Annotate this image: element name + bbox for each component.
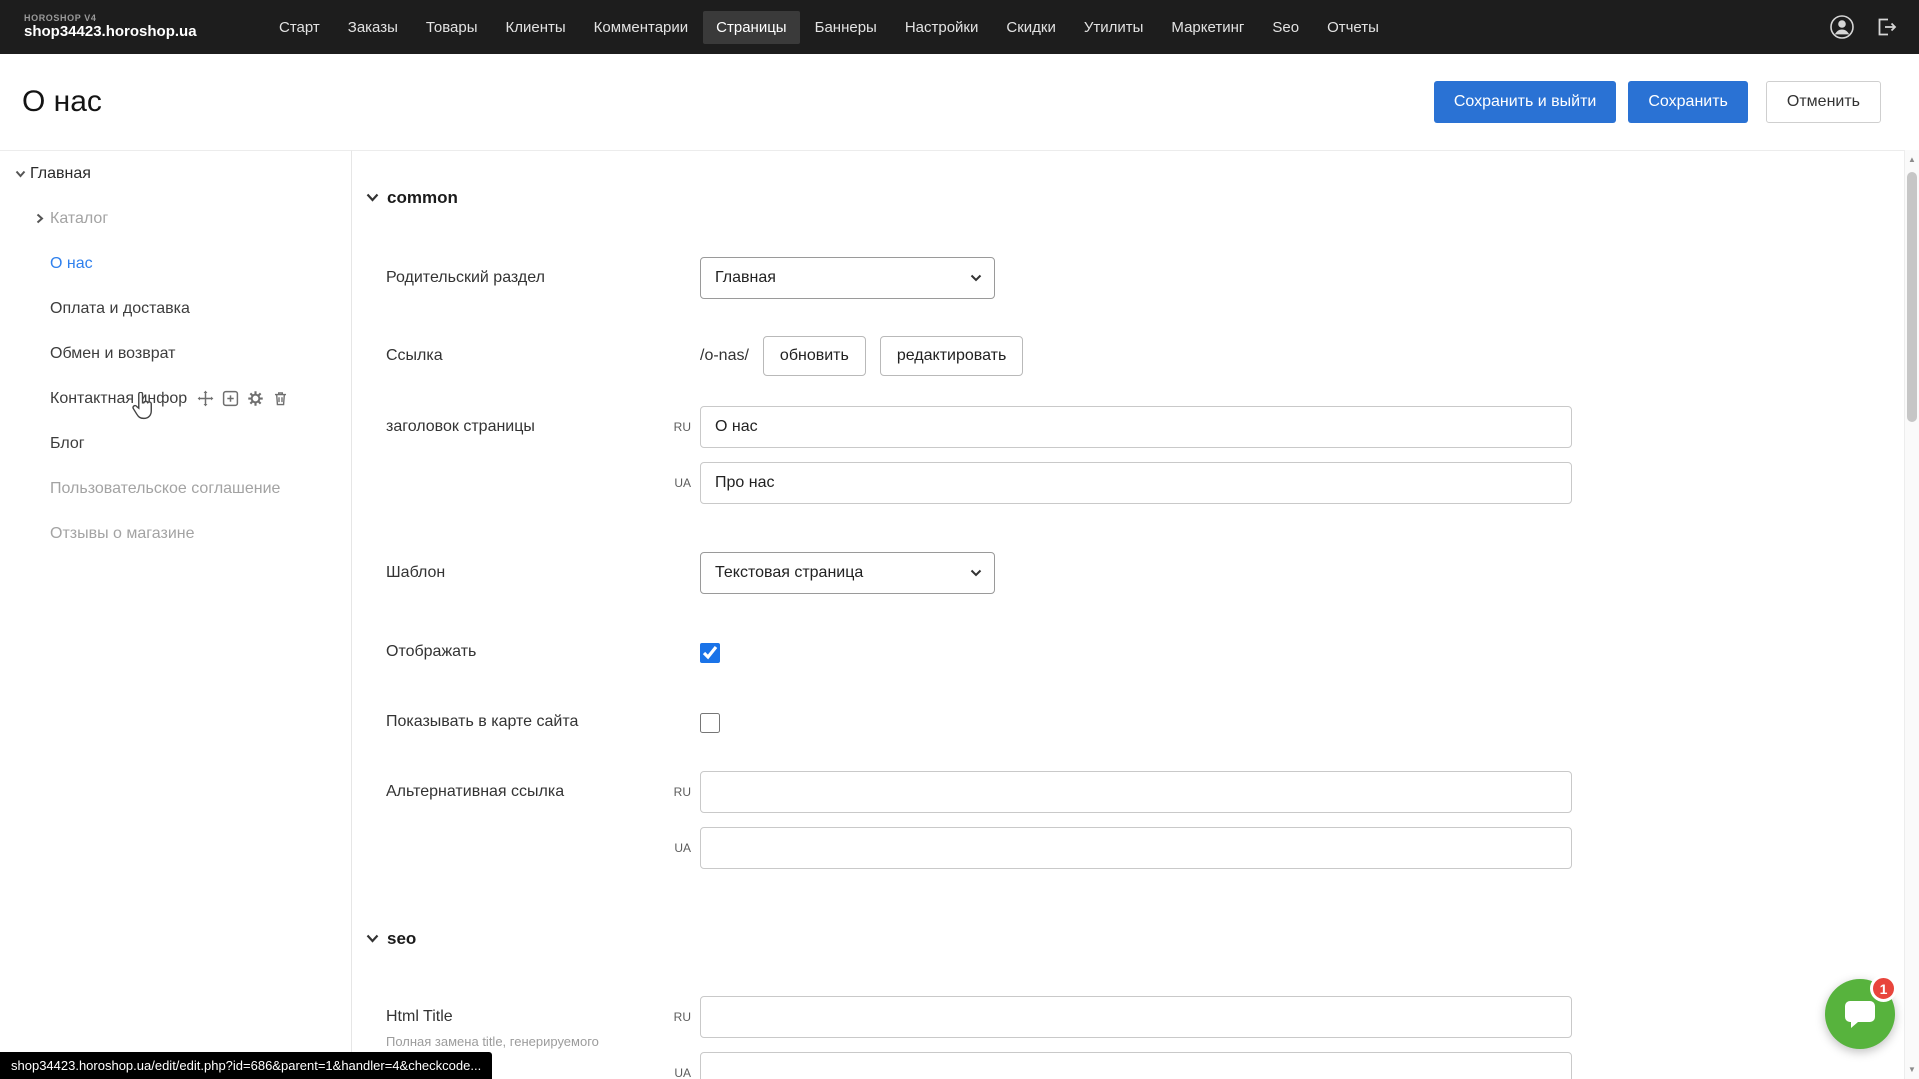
update-link-button[interactable]: обновить [763, 336, 866, 376]
form-row-page-heading: заголовок страницы RU UA [386, 406, 1904, 504]
gear-icon[interactable] [247, 390, 264, 407]
scrollbar-thumb[interactable] [1907, 172, 1917, 422]
sidebar-item-catalog[interactable]: Каталог [0, 196, 351, 241]
link-path: /o-nas/ [700, 336, 749, 376]
save-button[interactable]: Сохранить [1628, 81, 1748, 123]
section-common-title: common [387, 188, 458, 208]
form-row-sitemap: Показывать в карте сайта [386, 710, 1904, 734]
page-title: О нас [0, 85, 102, 119]
sidebar-item-blog[interactable]: Блог [0, 421, 351, 466]
chat-launcher[interactable]: 1 [1825, 979, 1895, 1049]
section-seo[interactable]: seo [366, 928, 1884, 950]
page-heading-ua-input[interactable] [700, 462, 1572, 504]
sidebar-item-home[interactable]: Главная [0, 151, 351, 196]
alt-link-ru-input[interactable] [700, 771, 1572, 813]
tree-item-actions [197, 390, 289, 407]
html-title-hint: Полная замена title, генерируемого [386, 1034, 646, 1051]
parent-section-label: Родительский раздел [386, 257, 666, 299]
vertical-scrollbar[interactable]: ▲ ▼ [1904, 150, 1919, 1079]
html-title-ru-input[interactable] [700, 996, 1572, 1038]
chevron-right-icon[interactable] [30, 213, 50, 224]
form-row-alt-link: Альтернативная ссылка RU UA [386, 771, 1904, 869]
form-row-link: Ссылка /o-nas/ обновить редактировать [386, 335, 1904, 377]
sidebar-item-exchange-return[interactable]: Обмен и возврат [0, 331, 351, 376]
page-header: О нас Сохранить и выйти Сохранить Отмени… [0, 54, 1919, 150]
header-actions: Сохранить и выйти Сохранить Отменить [1434, 81, 1919, 123]
scroll-down-icon[interactable]: ▼ [1905, 1065, 1919, 1074]
template-select[interactable]: Текстовая страница [700, 552, 995, 594]
display-label: Отображать [386, 640, 666, 664]
brand-domain: shop34423.horoshop.ua [24, 24, 210, 41]
lang-ua-badge: UA [666, 1052, 700, 1079]
sidebar-item-contact-info[interactable]: Контактная инфор [0, 376, 351, 421]
chevron-down-icon [970, 564, 982, 582]
topbar-icons [1829, 14, 1919, 40]
sidebar-item-payment-delivery[interactable]: Оплата и доставка [0, 286, 351, 331]
sidebar-item-about[interactable]: О нас [0, 241, 351, 286]
cancel-button[interactable]: Отменить [1766, 81, 1881, 123]
nav-marketing[interactable]: Маркетинг [1158, 11, 1257, 44]
edit-link-button[interactable]: редактировать [880, 336, 1023, 376]
chevron-down-icon[interactable] [10, 170, 30, 178]
account-icon[interactable] [1829, 14, 1855, 40]
nav-products[interactable]: Товары [413, 11, 491, 44]
page-edit-form: common Родительский раздел Главная Ссылк… [352, 150, 1904, 1079]
html-title-ua-input[interactable] [700, 1052, 1572, 1079]
brand[interactable]: HOROSHOP V4 shop34423.horoshop.ua [0, 14, 210, 40]
save-and-exit-button[interactable]: Сохранить и выйти [1434, 81, 1617, 123]
nav-orders[interactable]: Заказы [335, 11, 411, 44]
trash-icon[interactable] [272, 390, 289, 407]
form-row-template: Шаблон Текстовая страница [386, 552, 1904, 594]
chevron-down-icon [970, 269, 982, 287]
template-label: Шаблон [386, 552, 666, 594]
nav-banners[interactable]: Баннеры [802, 11, 890, 44]
scroll-up-icon[interactable]: ▲ [1905, 155, 1919, 164]
section-common[interactable]: common [366, 187, 1884, 209]
section-seo-title: seo [387, 929, 416, 949]
nav-start[interactable]: Старт [266, 11, 333, 44]
move-icon[interactable] [197, 390, 214, 407]
nav-pages[interactable]: Страницы [703, 11, 799, 44]
form-row-parent-section: Родительский раздел Главная [386, 257, 1904, 299]
collapse-icon [366, 189, 379, 207]
nav-discounts[interactable]: Скидки [993, 11, 1068, 44]
screen: HOROSHOP V4 shop34423.horoshop.ua Старт … [0, 0, 1919, 1079]
nav-seo[interactable]: Seo [1259, 11, 1312, 44]
alt-link-label: Альтернативная ссылка [386, 771, 666, 813]
chat-icon [1843, 998, 1877, 1030]
top-navigation: Старт Заказы Товары Клиенты Комментарии … [266, 11, 1392, 44]
sitemap-label: Показывать в карте сайта [386, 710, 666, 734]
sidebar-item-user-agreement[interactable]: Пользовательское соглашение [0, 466, 351, 511]
page-heading-label: заголовок страницы [386, 406, 666, 448]
chat-unread-badge: 1 [1870, 975, 1897, 1002]
pages-tree-sidebar: Главная Каталог О нас Оплата и доставка … [0, 150, 352, 1079]
alt-link-ua-input[interactable] [700, 827, 1572, 869]
html-title-label: Html Title [386, 996, 666, 1038]
display-checkbox[interactable] [700, 643, 720, 663]
lang-ru-badge: RU [666, 771, 700, 813]
nav-clients[interactable]: Клиенты [493, 11, 579, 44]
collapse-icon [366, 930, 379, 948]
logout-icon[interactable] [1873, 14, 1899, 40]
page-heading-ru-input[interactable] [700, 406, 1572, 448]
sidebar-item-store-reviews[interactable]: Отзывы о магазине [0, 511, 351, 556]
lang-ru-badge: RU [666, 406, 700, 448]
nav-utilities[interactable]: Утилиты [1071, 11, 1157, 44]
link-preview-statusbar: shop34423.horoshop.ua/edit/edit.php?id=6… [0, 1052, 492, 1079]
lang-ua-badge: UA [666, 462, 700, 504]
topbar: HOROSHOP V4 shop34423.horoshop.ua Старт … [0, 0, 1919, 54]
form-row-display: Отображать [386, 640, 1904, 664]
add-icon[interactable] [222, 390, 239, 407]
nav-reports[interactable]: Отчеты [1314, 11, 1392, 44]
parent-section-select[interactable]: Главная [700, 257, 995, 299]
link-label: Ссылка [386, 335, 666, 377]
form-row-html-title: Html Title Полная замена title, генериру… [386, 996, 1904, 1079]
lang-ua-badge: UA [666, 827, 700, 869]
nav-comments[interactable]: Комментарии [581, 11, 701, 44]
sitemap-checkbox[interactable] [700, 713, 720, 733]
lang-ru-badge: RU [666, 996, 700, 1038]
nav-settings[interactable]: Настройки [892, 11, 992, 44]
